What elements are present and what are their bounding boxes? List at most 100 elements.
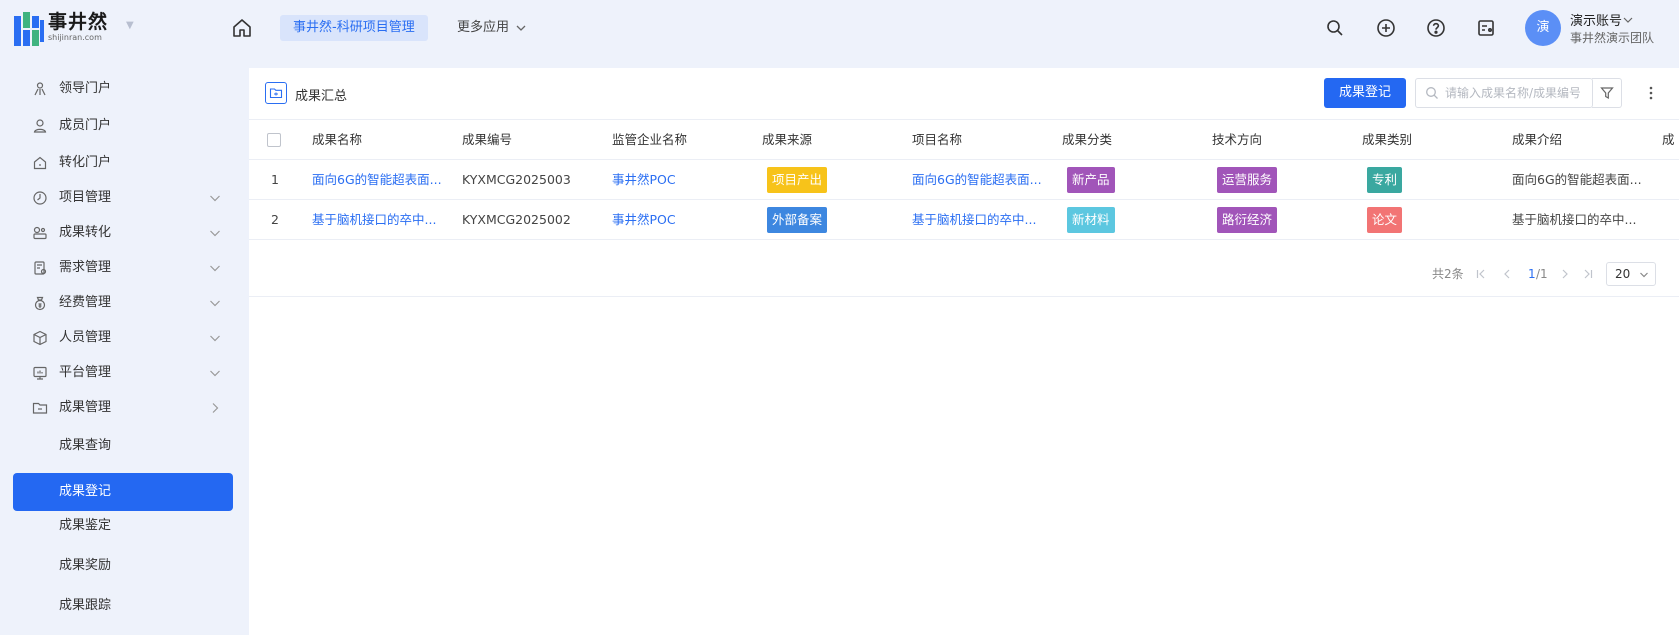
logo-mark-icon: [14, 12, 44, 46]
sidebar-item-result-mgmt[interactable]: 成果管理: [13, 389, 233, 427]
panel-header: 成果汇总 成果登记: [249, 68, 1679, 119]
project-link[interactable]: 面向6G的智能超表面...: [912, 160, 1042, 200]
sidebar-item-label: 平台管理: [59, 365, 112, 380]
sidebar-item-label: 成果鉴定: [59, 518, 112, 533]
company-link[interactable]: 事井然POC: [612, 160, 676, 200]
sidebar-subitem-result-appraisal[interactable]: 成果鉴定: [13, 507, 233, 545]
money-bag-icon: [34, 296, 46, 311]
help-icon[interactable]: [1424, 16, 1448, 40]
notice-icon[interactable]: [1474, 16, 1498, 40]
filter-icon[interactable]: [1592, 78, 1622, 108]
company-link[interactable]: 事井然POC: [612, 200, 676, 240]
result-intro: 面向6G的智能超表面...: [1512, 172, 1642, 187]
sidebar-item-project-mgmt[interactable]: 项目管理: [13, 179, 233, 217]
type-tag: 论文: [1367, 206, 1403, 233]
clock-icon: [33, 191, 47, 205]
sidebar-subitem-result-register[interactable]: 成果登记: [13, 473, 233, 511]
folder-icon: [265, 82, 287, 104]
user-name: 演示账号: [1570, 14, 1623, 29]
chevron-down-icon: [210, 265, 220, 272]
sidebar-item-label: 成果转化: [59, 225, 112, 240]
row-index: 1: [271, 172, 279, 187]
row-index: 2: [271, 212, 279, 227]
sidebar-item-label: 成果奖励: [59, 558, 112, 573]
transfer-icon: [33, 226, 47, 240]
first-page-icon[interactable]: [1475, 268, 1487, 280]
sidebar-subitem-result-award[interactable]: 成果奖励: [13, 547, 233, 585]
main-panel: 成果汇总 成果登记 成果名称 成果编号 监管企业名称 成果来源 项目名称 成果分…: [249, 68, 1679, 635]
column-header[interactable]: 成果分类: [1062, 120, 1112, 160]
current-page: 1: [1528, 267, 1536, 281]
search-box: [1415, 78, 1593, 108]
sidebar-item-label: 项目管理: [59, 190, 112, 205]
folder-icon: [32, 402, 48, 414]
next-page-icon[interactable]: [1559, 268, 1571, 280]
table-row[interactable]: 1 面向6G的智能超表面... KYXMCG2025003 事井然POC 项目产…: [249, 160, 1679, 200]
sidebar-item-label: 需求管理: [59, 260, 112, 275]
top-bar: 事井然 shijinran.com ▼ 事井然-科研项目管理 更多应用 演 演示…: [0, 0, 1679, 56]
column-header[interactable]: 成果编号: [462, 120, 512, 160]
column-header[interactable]: 成果类别: [1362, 120, 1412, 160]
sidebar-item-label: 人员管理: [59, 330, 112, 345]
direction-tag: 路衍经济: [1217, 206, 1278, 233]
page-size-select[interactable]: 20: [1606, 262, 1656, 286]
sidebar-item-funds-mgmt[interactable]: 经费管理: [13, 284, 233, 322]
source-tag: 外部备案: [767, 206, 828, 233]
sidebar-item-label: 成果查询: [59, 438, 112, 453]
select-all-checkbox[interactable]: [267, 133, 281, 147]
sidebar-item-demand-mgmt[interactable]: 需求管理: [13, 249, 233, 287]
sidebar-item-label: 成果跟踪: [59, 598, 112, 613]
results-table: 成果名称 成果编号 监管企业名称 成果来源 项目名称 成果分类 技术方向 成果类…: [249, 119, 1679, 240]
column-header[interactable]: 成: [1662, 120, 1679, 160]
page-title: 成果汇总: [295, 89, 348, 104]
column-header[interactable]: 成果介绍: [1512, 120, 1562, 160]
avatar[interactable]: 演: [1525, 10, 1561, 46]
table-row[interactable]: 2 基于脑机接口的卒中... KYXMCG2025002 事井然POC 外部备案…: [249, 200, 1679, 240]
sidebar-item-member-portal[interactable]: 成员门户: [13, 107, 233, 145]
sidebar-item-transfer-portal[interactable]: 转化门户: [13, 144, 233, 182]
table-header: 成果名称 成果编号 监管企业名称 成果来源 项目名称 成果分类 技术方向 成果类…: [249, 120, 1679, 160]
sidebar-item-label: 领导门户: [59, 81, 112, 96]
brand-logo[interactable]: 事井然 shijinran.com: [14, 8, 108, 46]
result-code: KYXMCG2025002: [462, 212, 571, 227]
sidebar-item-label: 成果管理: [59, 400, 112, 415]
more-apps-menu[interactable]: 更多应用: [457, 15, 527, 41]
register-result-button[interactable]: 成果登记: [1324, 78, 1406, 108]
home-outline-icon: [33, 156, 47, 170]
chevron-down-icon: [210, 230, 220, 237]
last-page-icon[interactable]: [1582, 268, 1594, 280]
column-header[interactable]: 成果来源: [762, 120, 812, 160]
total-count: 共2条: [1432, 267, 1464, 281]
search-icon: [1426, 87, 1438, 99]
user-name-menu[interactable]: 演示账号: [1570, 10, 1634, 29]
user-team: 事井然演示团队: [1570, 31, 1655, 45]
plus-circle-icon[interactable]: [1374, 16, 1398, 40]
sidebar-item-staff-mgmt[interactable]: 人员管理: [13, 319, 233, 357]
active-app-tab[interactable]: 事井然-科研项目管理: [280, 15, 428, 41]
sidebar-subitem-result-tracking[interactable]: 成果跟踪: [13, 587, 233, 625]
column-header[interactable]: 监管企业名称: [612, 120, 687, 160]
chevron-down-icon: [1640, 272, 1648, 278]
sidebar-item-platform-mgmt[interactable]: 平台管理: [13, 354, 233, 392]
monitor-icon: [33, 366, 47, 380]
column-header[interactable]: 技术方向: [1212, 120, 1262, 160]
column-header[interactable]: 项目名称: [912, 120, 962, 160]
search-input[interactable]: [1445, 86, 1580, 100]
more-options-icon[interactable]: [1641, 82, 1661, 104]
source-tag: 项目产出: [767, 166, 828, 193]
result-name-link[interactable]: 基于脑机接口的卒中...: [312, 200, 436, 240]
home-icon[interactable]: [230, 16, 254, 40]
sidebar-item-result-transfer[interactable]: 成果转化: [13, 214, 233, 252]
chevron-down-icon: [1623, 17, 1633, 23]
project-link[interactable]: 基于脑机接口的卒中...: [912, 200, 1036, 240]
result-name-link[interactable]: 面向6G的智能超表面...: [312, 160, 442, 200]
column-header[interactable]: 成果名称: [312, 120, 362, 160]
brand-dropdown-icon[interactable]: ▼: [126, 20, 134, 31]
chevron-down-icon: [210, 335, 220, 342]
search-icon[interactable]: [1323, 16, 1347, 40]
sidebar-item-leader-portal[interactable]: 领导门户: [13, 70, 233, 108]
sidebar-subitem-result-query[interactable]: 成果查询: [13, 427, 233, 465]
leader-icon: [34, 82, 46, 96]
prev-page-icon[interactable]: [1501, 268, 1513, 280]
chevron-right-icon: [212, 403, 219, 413]
